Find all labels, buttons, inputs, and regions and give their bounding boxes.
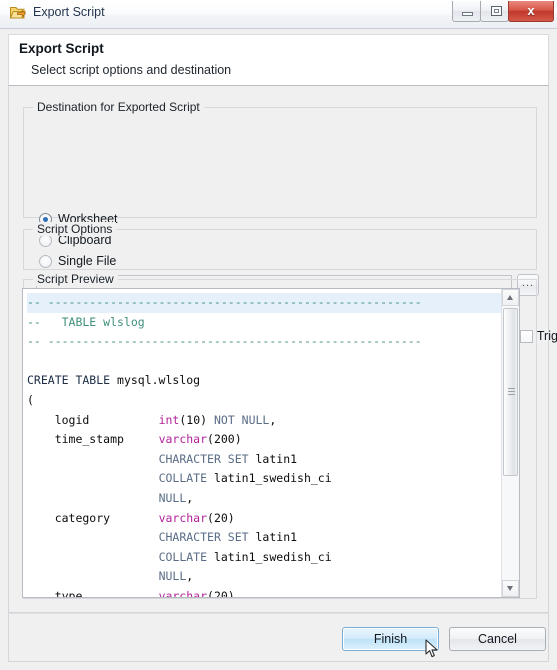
code-line: logid int(10) NOT NULL,	[27, 411, 501, 431]
title-bar: Export Script x	[0, 0, 557, 29]
scrollbar-thumb[interactable]	[503, 308, 518, 476]
code-line: CHARACTER SET latin1	[27, 528, 501, 548]
dialog-button-bar: Finish Cancel	[8, 613, 549, 662]
code-line: NULL,	[27, 489, 501, 509]
code-token-plain: ,	[186, 569, 194, 584]
dialog-header: Export Script Select script options and …	[8, 34, 549, 86]
code-line: -- -------------------------------------…	[27, 332, 501, 352]
close-icon: x	[527, 3, 535, 18]
code-token-kw: COLLATE	[158, 549, 208, 564]
page-title: Export Script	[19, 41, 104, 56]
code-token-comment: -- -------------------------------------…	[27, 334, 422, 349]
code-token-type: int	[158, 412, 180, 427]
minimize-button[interactable]	[452, 1, 481, 22]
preview-vertical-scrollbar[interactable]	[501, 289, 519, 597]
code-token-kw: COLLATE	[158, 471, 208, 486]
code-token-comment: -- -------------------------------------…	[27, 295, 422, 309]
script-preview-group-label: Script Preview	[33, 272, 118, 286]
restore-button[interactable]	[480, 1, 509, 22]
script-preview-pane[interactable]: -- -------------------------------------…	[22, 288, 520, 598]
window-title: Export Script	[33, 5, 105, 19]
code-token-kw: NULL	[158, 569, 187, 584]
code-token-plain: latin1_swedish_ci	[207, 471, 332, 486]
export-script-dialog: Export Script x Export Script Select scr…	[0, 0, 557, 670]
code-line: (	[27, 391, 501, 411]
export-script-icon	[9, 4, 26, 21]
window-controls: x	[452, 1, 554, 23]
checkbox-label-triggers: Triggers	[536, 329, 557, 343]
code-token-plain: (	[27, 392, 34, 407]
scrollbar-grip-icon	[508, 388, 515, 396]
code-token-plain: latin1_swedish_ci	[207, 549, 332, 564]
code-token-kw: CHARACTER SET	[158, 451, 249, 466]
code-token-plain: logid	[27, 412, 159, 427]
scroll-down-arrow-icon[interactable]	[502, 580, 519, 597]
code-token-plain: (10)	[179, 412, 214, 427]
code-token-plain: (200)	[207, 432, 242, 447]
code-token-comment: -- TABLE wlslog	[27, 314, 145, 329]
code-token-plain: type	[27, 588, 159, 597]
page-subtitle: Select script options and destination	[31, 63, 232, 77]
code-token-plain: (20)	[207, 510, 235, 525]
title-bar-left: Export Script	[9, 4, 105, 21]
code-token-kw: CHARACTER SET	[158, 530, 249, 545]
close-button[interactable]: x	[508, 1, 554, 22]
code-token-plain: mysql.wlslog	[117, 373, 201, 388]
code-line: COLLATE latin1_swedish_ci	[27, 548, 501, 568]
code-line: category varchar(20)	[27, 509, 501, 529]
code-line: CHARACTER SET latin1	[27, 450, 501, 470]
code-token-create: CREATE TABLE	[27, 373, 118, 388]
code-token-plain: time_stamp	[27, 432, 159, 447]
code-token-plain: category	[27, 510, 159, 525]
scroll-up-arrow-icon[interactable]	[502, 289, 519, 306]
code-line: -- TABLE wlslog	[27, 313, 501, 333]
code-token-plain: ,	[269, 412, 277, 427]
code-line: -- -------------------------------------…	[27, 293, 501, 313]
code-line: COLLATE latin1_swedish_ci	[27, 469, 501, 489]
code-token-plain: latin1	[248, 530, 298, 545]
code-token-type: varchar	[158, 588, 208, 597]
code-token-kw: NULL	[158, 490, 187, 505]
code-token-kw: NOT NULL	[213, 412, 270, 427]
script-options-group: Script Options	[23, 222, 537, 270]
destination-group-label: Destination for Exported Script	[33, 100, 204, 114]
code-line: NULL,	[27, 567, 501, 587]
script-options-group-label: Script Options	[33, 222, 117, 236]
destination-group: Destination for Exported Script	[23, 100, 537, 218]
code-token-plain: latin1	[248, 451, 298, 466]
code-text-area[interactable]: -- -------------------------------------…	[23, 289, 501, 597]
code-token-plain: ,	[186, 490, 194, 505]
finish-button[interactable]: Finish	[342, 627, 439, 651]
code-line: CREATE TABLE mysql.wlslog	[27, 371, 501, 391]
code-line: type varchar(20)	[27, 587, 501, 597]
code-line: time_stamp varchar(200)	[27, 430, 501, 450]
code-token-type: varchar	[158, 510, 208, 525]
code-token-type: varchar	[158, 432, 208, 447]
cancel-button[interactable]: Cancel	[449, 627, 546, 651]
code-token-plain: (20)	[207, 588, 235, 597]
